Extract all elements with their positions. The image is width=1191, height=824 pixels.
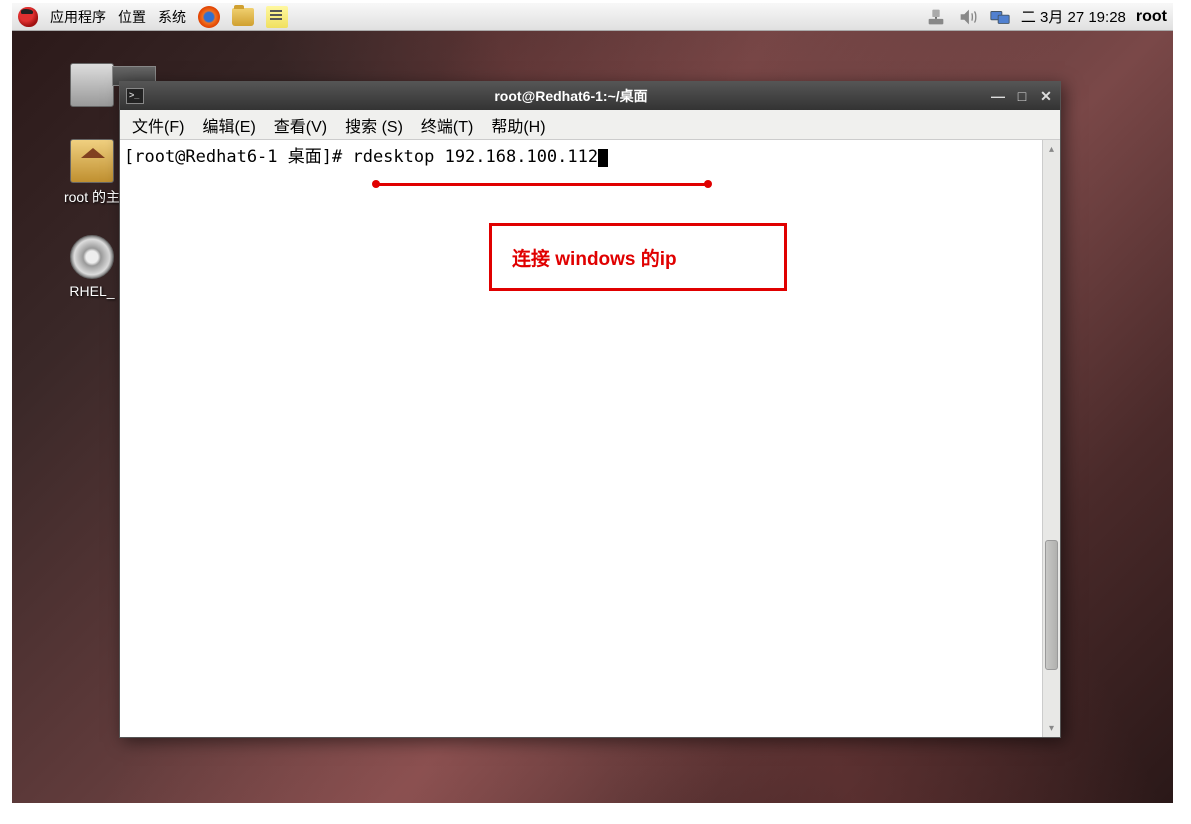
user-menu[interactable]: root bbox=[1136, 8, 1167, 26]
scroll-down-arrow[interactable]: ▾ bbox=[1043, 719, 1060, 737]
redhat-icon[interactable] bbox=[18, 7, 38, 27]
scroll-thumb[interactable] bbox=[1045, 540, 1058, 670]
titlebar[interactable]: root@Redhat6-1:~/桌面 — □ ✕ bbox=[120, 82, 1060, 110]
close-button[interactable]: ✕ bbox=[1038, 88, 1054, 104]
prompt: [root@Redhat6-1 桌面]# bbox=[124, 147, 352, 167]
desktop-icons: root 的主 RHEL_ bbox=[60, 63, 124, 299]
menu-edit[interactable]: 编辑(E) bbox=[202, 113, 255, 137]
cursor bbox=[598, 149, 608, 167]
icon-label: root 的主 bbox=[64, 187, 120, 207]
top-panel: 应用程序 位置 系统 二 3月 27 19:28 root bbox=[12, 3, 1173, 31]
terminal-window: root@Redhat6-1:~/桌面 — □ ✕ 文件(F) 编辑(E) 查看… bbox=[119, 81, 1061, 738]
desktop: 应用程序 位置 系统 二 3月 27 19:28 root bbox=[12, 3, 1173, 803]
network-icon[interactable] bbox=[925, 6, 947, 28]
firefox-icon[interactable] bbox=[198, 6, 220, 28]
scroll-up-arrow[interactable]: ▴ bbox=[1043, 140, 1060, 158]
annotation-underline bbox=[376, 183, 708, 186]
menu-terminal[interactable]: 终端(T) bbox=[421, 113, 473, 137]
annotation-text: 连接 windows 的ip bbox=[512, 244, 677, 271]
menu-file[interactable]: 文件(F) bbox=[132, 113, 184, 137]
terminal-icon bbox=[126, 88, 144, 104]
desktop-icon-home[interactable]: root 的主 bbox=[60, 139, 124, 207]
window-title: root@Redhat6-1:~/桌面 bbox=[152, 86, 990, 106]
menu-places[interactable]: 位置 bbox=[118, 7, 146, 27]
display-icon[interactable] bbox=[989, 6, 1011, 28]
annotation-callout: 连接 windows 的ip bbox=[489, 223, 787, 291]
menu-help[interactable]: 帮助(H) bbox=[491, 113, 545, 137]
desktop-icon-disc[interactable]: RHEL_ bbox=[60, 235, 124, 299]
menu-view[interactable]: 查看(V) bbox=[274, 113, 327, 137]
command-text: rdesktop 192.168.100.112 bbox=[352, 147, 598, 167]
menubar: 文件(F) 编辑(E) 查看(V) 搜索 (S) 终端(T) 帮助(H) bbox=[120, 110, 1060, 140]
file-manager-icon[interactable] bbox=[232, 6, 254, 28]
icon-label: RHEL_ bbox=[69, 283, 114, 299]
menu-system[interactable]: 系统 bbox=[158, 7, 186, 27]
volume-icon[interactable] bbox=[957, 6, 979, 28]
minimize-button[interactable]: — bbox=[990, 88, 1006, 104]
clock[interactable]: 二 3月 27 19:28 bbox=[1021, 6, 1126, 27]
menu-search[interactable]: 搜索 (S) bbox=[345, 113, 403, 137]
menu-applications[interactable]: 应用程序 bbox=[50, 7, 106, 27]
notes-icon[interactable] bbox=[266, 6, 288, 28]
maximize-button[interactable]: □ bbox=[1014, 88, 1030, 104]
scrollbar[interactable]: ▴ ▾ bbox=[1042, 140, 1060, 737]
